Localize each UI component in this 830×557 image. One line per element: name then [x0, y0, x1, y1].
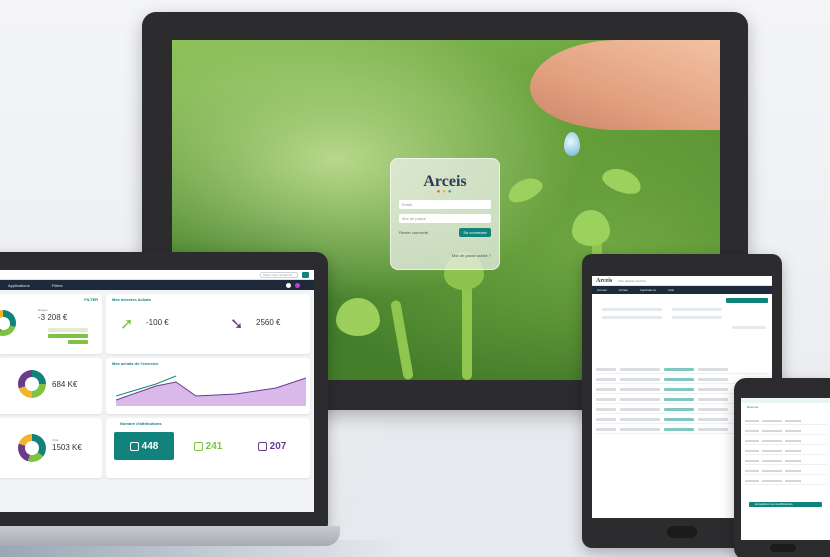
settings-icon[interactable] — [286, 282, 291, 288]
budget-bar — [68, 340, 88, 344]
form-field[interactable] — [732, 326, 766, 329]
tablet-navbar: Accueil Achats Applications Aide — [592, 286, 772, 294]
smartphone: Résumé Enregistrer les modifications — [734, 378, 830, 557]
form-field[interactable] — [602, 308, 662, 311]
laptop-screen: Saisir votre recherche Applications Filt… — [0, 270, 314, 512]
kpi-value: 207 — [269, 440, 287, 452]
budget-bar — [48, 334, 88, 338]
total-label: Total — [52, 438, 59, 442]
attributions-card: Nombre d'attributions 448 241 207 — [106, 418, 310, 478]
budget-donut-chart — [0, 310, 16, 336]
list-item[interactable] — [745, 468, 827, 475]
laptop: Saisir votre recherche Applications Filt… — [0, 252, 328, 528]
spend-donut-chart — [18, 370, 46, 398]
purchases-area-chart — [116, 375, 306, 406]
arrow-down-icon: ➘ — [230, 316, 244, 333]
tablet-home-button[interactable] — [667, 526, 697, 538]
phone-header — [741, 398, 830, 403]
phone-header-title: Résumé — [747, 405, 759, 409]
budget-value: -3 208 € — [38, 313, 68, 322]
document-icon — [257, 441, 267, 451]
phone-home-button[interactable] — [770, 544, 796, 552]
total-donut-chart — [18, 434, 46, 462]
budget-card-header: FILTER — [84, 297, 98, 302]
sprout-leaf — [504, 173, 546, 207]
tab-nav-purchases[interactable]: Achats — [619, 288, 628, 292]
tab-nav-help[interactable]: Aide — [668, 288, 674, 292]
water-drop-image — [564, 132, 580, 156]
list-item[interactable] — [745, 428, 827, 435]
arceis-logo: Arceis — [596, 277, 613, 284]
kpi-value: 241 — [205, 440, 223, 452]
list-item[interactable] — [745, 478, 827, 485]
total-value: 1503 K€ — [52, 443, 82, 452]
year-purchases-title: Mes achats de l'exercice — [112, 361, 159, 366]
laptop-topbar: Saisir votre recherche — [0, 270, 314, 280]
forgot-password-link[interactable]: Mot de passe oublié ? — [399, 253, 491, 258]
kpi-tile-validated[interactable]: 241 — [178, 432, 238, 460]
budget-card: FILTER Budget -3 208 € — [0, 294, 102, 354]
last-purchases-card: Mes derniers Achats ➚ -100 € ➘ 2560 € — [106, 294, 310, 354]
form-field[interactable] — [672, 308, 722, 311]
kpi-tile-pending[interactable]: 207 — [242, 432, 302, 460]
tablet-header: Arceis Mon tableau d'Achat — [592, 276, 772, 286]
dashboard-grid: FILTER Budget -3 208 € Mes derniers Acha… — [0, 294, 310, 508]
budget-bar — [48, 328, 88, 332]
logo-dots-icon: ●●● — [436, 189, 454, 195]
sprout-leaf — [336, 298, 380, 336]
stay-logged-checkbox[interactable]: Rester connecté — [399, 230, 428, 235]
kpi-tile-attributions[interactable]: 448 — [114, 432, 174, 460]
list-item[interactable] — [745, 438, 827, 445]
tab-nav-applications[interactable]: Applications — [640, 288, 656, 292]
user-avatar[interactable] — [295, 282, 300, 288]
kpi-value: 448 — [141, 440, 159, 452]
form-field[interactable] — [602, 316, 662, 319]
save-button[interactable] — [726, 298, 768, 303]
attributions-title: Nombre d'attributions — [120, 421, 162, 426]
list-item[interactable] — [745, 418, 827, 425]
sprout-leaf — [572, 210, 610, 246]
document-check-icon — [193, 441, 203, 451]
laptop-base — [0, 526, 340, 546]
search-button[interactable] — [302, 271, 309, 278]
phone-screen: Résumé Enregistrer les modifications — [741, 398, 830, 540]
last-purchase-left-value: -100 € — [146, 318, 169, 327]
year-purchases-card: Mes achats de l'exercice — [106, 358, 310, 414]
last-purchases-title: Mes derniers Achats — [112, 297, 151, 302]
sprout-leaf — [599, 163, 645, 199]
list-item[interactable] — [745, 448, 827, 455]
spend-card: 684 K€ — [0, 358, 102, 414]
list-item[interactable] — [745, 458, 827, 465]
folder-icon — [129, 441, 139, 451]
login-card: Arceis ●●● Email Mot de passe Rester con… — [390, 158, 500, 270]
search-input[interactable]: Saisir votre recherche — [260, 271, 298, 278]
spend-value: 684 K€ — [52, 380, 78, 389]
table-row[interactable] — [596, 366, 768, 374]
form-field[interactable] — [672, 316, 722, 319]
budget-label: Budget — [38, 308, 48, 312]
password-field[interactable]: Mot de passe — [399, 214, 491, 223]
email-field[interactable]: Email — [399, 200, 491, 209]
nav-filters[interactable]: Filtres — [52, 283, 63, 288]
total-card: Total 1503 K€ — [0, 418, 102, 478]
login-button[interactable]: Se connecter — [459, 228, 491, 237]
nav-applications[interactable]: Applications — [8, 283, 30, 288]
hand-image — [530, 40, 720, 130]
save-button-label: Enregistrer les modifications — [755, 502, 793, 506]
tablet-header-text: Mon tableau d'Achat — [618, 278, 646, 283]
arrow-up-icon: ➚ — [120, 316, 134, 333]
laptop-navbar: Applications Filtres — [0, 280, 314, 290]
tab-nav-home[interactable]: Accueil — [597, 288, 607, 292]
last-purchase-right-value: 2560 € — [256, 318, 281, 327]
sprout-stem — [390, 299, 414, 380]
